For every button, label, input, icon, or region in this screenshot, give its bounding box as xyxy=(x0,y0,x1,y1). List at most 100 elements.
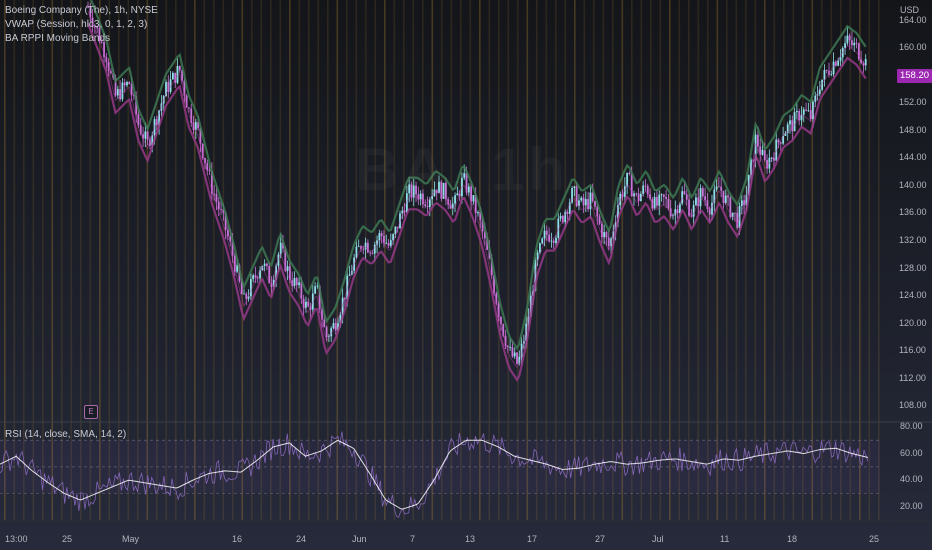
candle-body xyxy=(369,252,372,254)
candle-body xyxy=(807,110,810,112)
candle-body xyxy=(513,352,516,357)
candle-body xyxy=(249,279,252,297)
candle-body xyxy=(683,191,686,195)
candle-body xyxy=(589,192,592,210)
candle-body xyxy=(144,131,147,139)
price-tick-label: 144.00 xyxy=(899,152,927,163)
candle-body xyxy=(559,215,562,219)
earnings-marker-icon[interactable]: E xyxy=(84,405,98,419)
candle-body xyxy=(584,199,587,206)
candle-body xyxy=(541,238,544,244)
candle-body xyxy=(256,277,259,279)
candle-body xyxy=(137,114,140,126)
candle-body xyxy=(844,43,846,49)
currency-label: USD xyxy=(900,5,920,15)
candle-body xyxy=(662,194,665,198)
time-tick-label: 16 xyxy=(232,534,243,544)
candle-body xyxy=(286,266,289,271)
candle-body xyxy=(635,193,638,195)
candle-body xyxy=(761,149,764,155)
candle-body xyxy=(699,188,702,207)
candle-body xyxy=(855,42,858,44)
candle-body xyxy=(371,253,374,254)
candle-body xyxy=(777,139,780,143)
candle-body xyxy=(740,200,743,206)
candle-body xyxy=(215,193,218,202)
time-tick-label: 13:00 xyxy=(5,534,28,544)
candle-body xyxy=(695,197,697,206)
price-tick-label: 164.00 xyxy=(899,14,927,25)
time-tick-label: 13 xyxy=(465,534,476,544)
price-tick-label: 148.00 xyxy=(899,124,927,135)
candle-body xyxy=(254,275,257,278)
legend-moving-bands[interactable]: BA RPPI Moving Bands xyxy=(5,33,110,44)
candle-body xyxy=(550,240,553,242)
candle-body xyxy=(364,242,367,250)
time-tick-label: 18 xyxy=(787,534,798,544)
candle-body xyxy=(773,157,775,161)
candle-body xyxy=(552,240,555,243)
candle-body xyxy=(681,191,684,204)
candle-body xyxy=(837,60,840,66)
candle-body xyxy=(539,243,541,253)
legend-symbol[interactable]: Boeing Company (The), 1h, NYSE xyxy=(5,5,158,16)
candle-body xyxy=(685,194,688,200)
candle-body xyxy=(642,185,645,195)
candle-body xyxy=(789,120,791,125)
candle-body xyxy=(839,57,842,61)
candle-body xyxy=(795,110,798,113)
candle-body xyxy=(176,65,179,83)
candle-body xyxy=(603,232,606,238)
candle-body xyxy=(756,134,759,147)
candle-body xyxy=(305,301,307,308)
candle-body xyxy=(665,197,668,200)
candle-body xyxy=(266,263,268,266)
time-tick-label: May xyxy=(122,534,140,544)
legend-vwap[interactable]: VWAP (Session, hlc3, 0, 1, 2, 3) xyxy=(5,19,147,30)
candle-body xyxy=(252,275,255,280)
candle-body xyxy=(279,242,282,255)
candle-body xyxy=(220,209,222,211)
candle-body xyxy=(594,200,596,207)
chart-window[interactable]: BA, 1h Boeing Company (The), 1h, NYSE VW… xyxy=(0,0,932,550)
time-tick-label: 7 xyxy=(410,534,416,544)
candle-body xyxy=(227,229,229,237)
chart-canvas[interactable] xyxy=(0,0,932,550)
candle-body xyxy=(587,199,590,210)
candle-body xyxy=(325,326,328,337)
candle-body xyxy=(724,195,727,203)
candle-body xyxy=(660,194,663,196)
price-tick-label: 140.00 xyxy=(899,179,927,190)
price-tick-label: 152.00 xyxy=(899,97,927,108)
candle-body xyxy=(128,82,131,85)
candle-body xyxy=(825,70,828,71)
candle-body xyxy=(146,131,149,140)
candle-body xyxy=(516,352,518,364)
candle-body xyxy=(263,263,266,266)
candle-body xyxy=(543,230,546,239)
candle-body xyxy=(734,212,736,214)
candle-body xyxy=(644,185,647,187)
candle-body xyxy=(116,89,119,96)
time-tick-label: Jun xyxy=(352,534,367,544)
candle-body xyxy=(188,107,190,109)
time-tick-label: 27 xyxy=(595,534,606,544)
price-tick-label: 116.00 xyxy=(899,345,926,356)
candle-body xyxy=(126,82,128,86)
candle-body xyxy=(715,186,718,190)
candle-body xyxy=(736,212,739,228)
price-tick-label: 160.00 xyxy=(899,42,927,53)
candle-body xyxy=(727,195,729,198)
candle-body xyxy=(110,71,112,73)
candle-body xyxy=(851,40,853,46)
time-tick-label: 25 xyxy=(62,534,73,544)
candle-body xyxy=(178,65,181,71)
candle-body xyxy=(389,240,392,246)
candle-body xyxy=(380,233,383,237)
time-tick-label: 24 xyxy=(296,534,307,544)
price-tick-label: 108.00 xyxy=(899,400,927,411)
candle-body xyxy=(656,196,658,206)
legend-rsi[interactable]: RSI (14, close, SMA, 14, 2) xyxy=(5,429,126,440)
candle-body xyxy=(323,319,326,327)
candle-body xyxy=(511,346,514,357)
